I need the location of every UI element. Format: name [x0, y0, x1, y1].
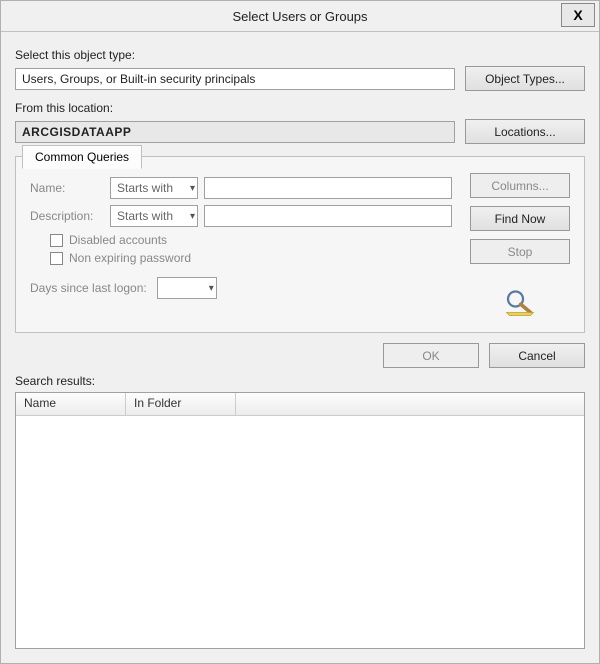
location-row: ARCGISDATAAPP Locations... [15, 119, 585, 144]
location-field[interactable]: ARCGISDATAAPP [15, 121, 455, 143]
search-icon [502, 286, 538, 318]
non-expiring-checkbox[interactable] [50, 252, 63, 265]
non-expiring-row: Non expiring password [50, 251, 452, 265]
object-type-value: Users, Groups, or Built-in security prin… [22, 72, 255, 86]
cancel-button[interactable]: Cancel [489, 343, 585, 368]
description-op-select[interactable]: Starts with ▾ [110, 205, 198, 227]
disabled-accounts-row: Disabled accounts [50, 233, 452, 247]
column-header-in-folder[interactable]: In Folder [126, 393, 236, 415]
ok-button[interactable]: OK [383, 343, 479, 368]
dialog-title: Select Users or Groups [232, 9, 367, 24]
name-label: Name: [30, 181, 110, 195]
object-types-button[interactable]: Object Types... [465, 66, 585, 91]
results-header: Name In Folder [16, 393, 584, 416]
object-type-field[interactable]: Users, Groups, or Built-in security prin… [15, 68, 455, 90]
description-input[interactable] [204, 205, 452, 227]
object-type-label: Select this object type: [15, 48, 585, 62]
locations-button[interactable]: Locations... [465, 119, 585, 144]
name-op-value: Starts with [117, 181, 173, 195]
non-expiring-label: Non expiring password [69, 251, 191, 265]
name-op-select[interactable]: Starts with ▾ [110, 177, 198, 199]
days-since-row: Days since last logon: ▾ [30, 277, 452, 299]
description-op-value: Starts with [117, 209, 173, 223]
results-list[interactable]: Name In Folder [15, 392, 585, 649]
tab-common-queries[interactable]: Common Queries [22, 145, 142, 169]
chevron-down-icon: ▾ [209, 283, 214, 294]
chevron-down-icon: ▾ [190, 183, 195, 194]
client-area: Select this object type: Users, Groups, … [1, 32, 599, 663]
common-queries-group: Common Queries Name: Starts with ▾ Descr… [15, 156, 585, 333]
column-header-name[interactable]: Name [16, 393, 126, 415]
query-area: Name: Starts with ▾ Description: Starts … [30, 171, 570, 318]
days-since-label: Days since last logon: [30, 281, 147, 295]
titlebar: Select Users or Groups X [1, 1, 599, 32]
disabled-accounts-label: Disabled accounts [69, 233, 167, 247]
name-row: Name: Starts with ▾ [30, 177, 452, 199]
query-main: Name: Starts with ▾ Description: Starts … [30, 171, 452, 318]
disabled-accounts-checkbox[interactable] [50, 234, 63, 247]
location-value: ARCGISDATAAPP [22, 125, 131, 139]
find-now-button[interactable]: Find Now [470, 206, 570, 231]
stop-button[interactable]: Stop [470, 239, 570, 264]
days-since-select[interactable]: ▾ [157, 277, 217, 299]
select-users-dialog: Select Users or Groups X Select this obj… [0, 0, 600, 664]
description-row: Description: Starts with ▾ [30, 205, 452, 227]
name-input[interactable] [204, 177, 452, 199]
close-button[interactable]: X [561, 3, 595, 27]
results-body [16, 416, 584, 648]
object-type-row: Users, Groups, or Built-in security prin… [15, 66, 585, 91]
search-results-label: Search results: [15, 374, 585, 388]
side-buttons: Columns... Find Now Stop [470, 171, 570, 318]
close-icon: X [573, 7, 582, 23]
chevron-down-icon: ▾ [190, 211, 195, 222]
description-label: Description: [30, 209, 110, 223]
button-bar: OK Cancel [15, 343, 585, 368]
from-location-label: From this location: [15, 101, 585, 115]
column-header-spacer [236, 393, 584, 415]
columns-button[interactable]: Columns... [470, 173, 570, 198]
